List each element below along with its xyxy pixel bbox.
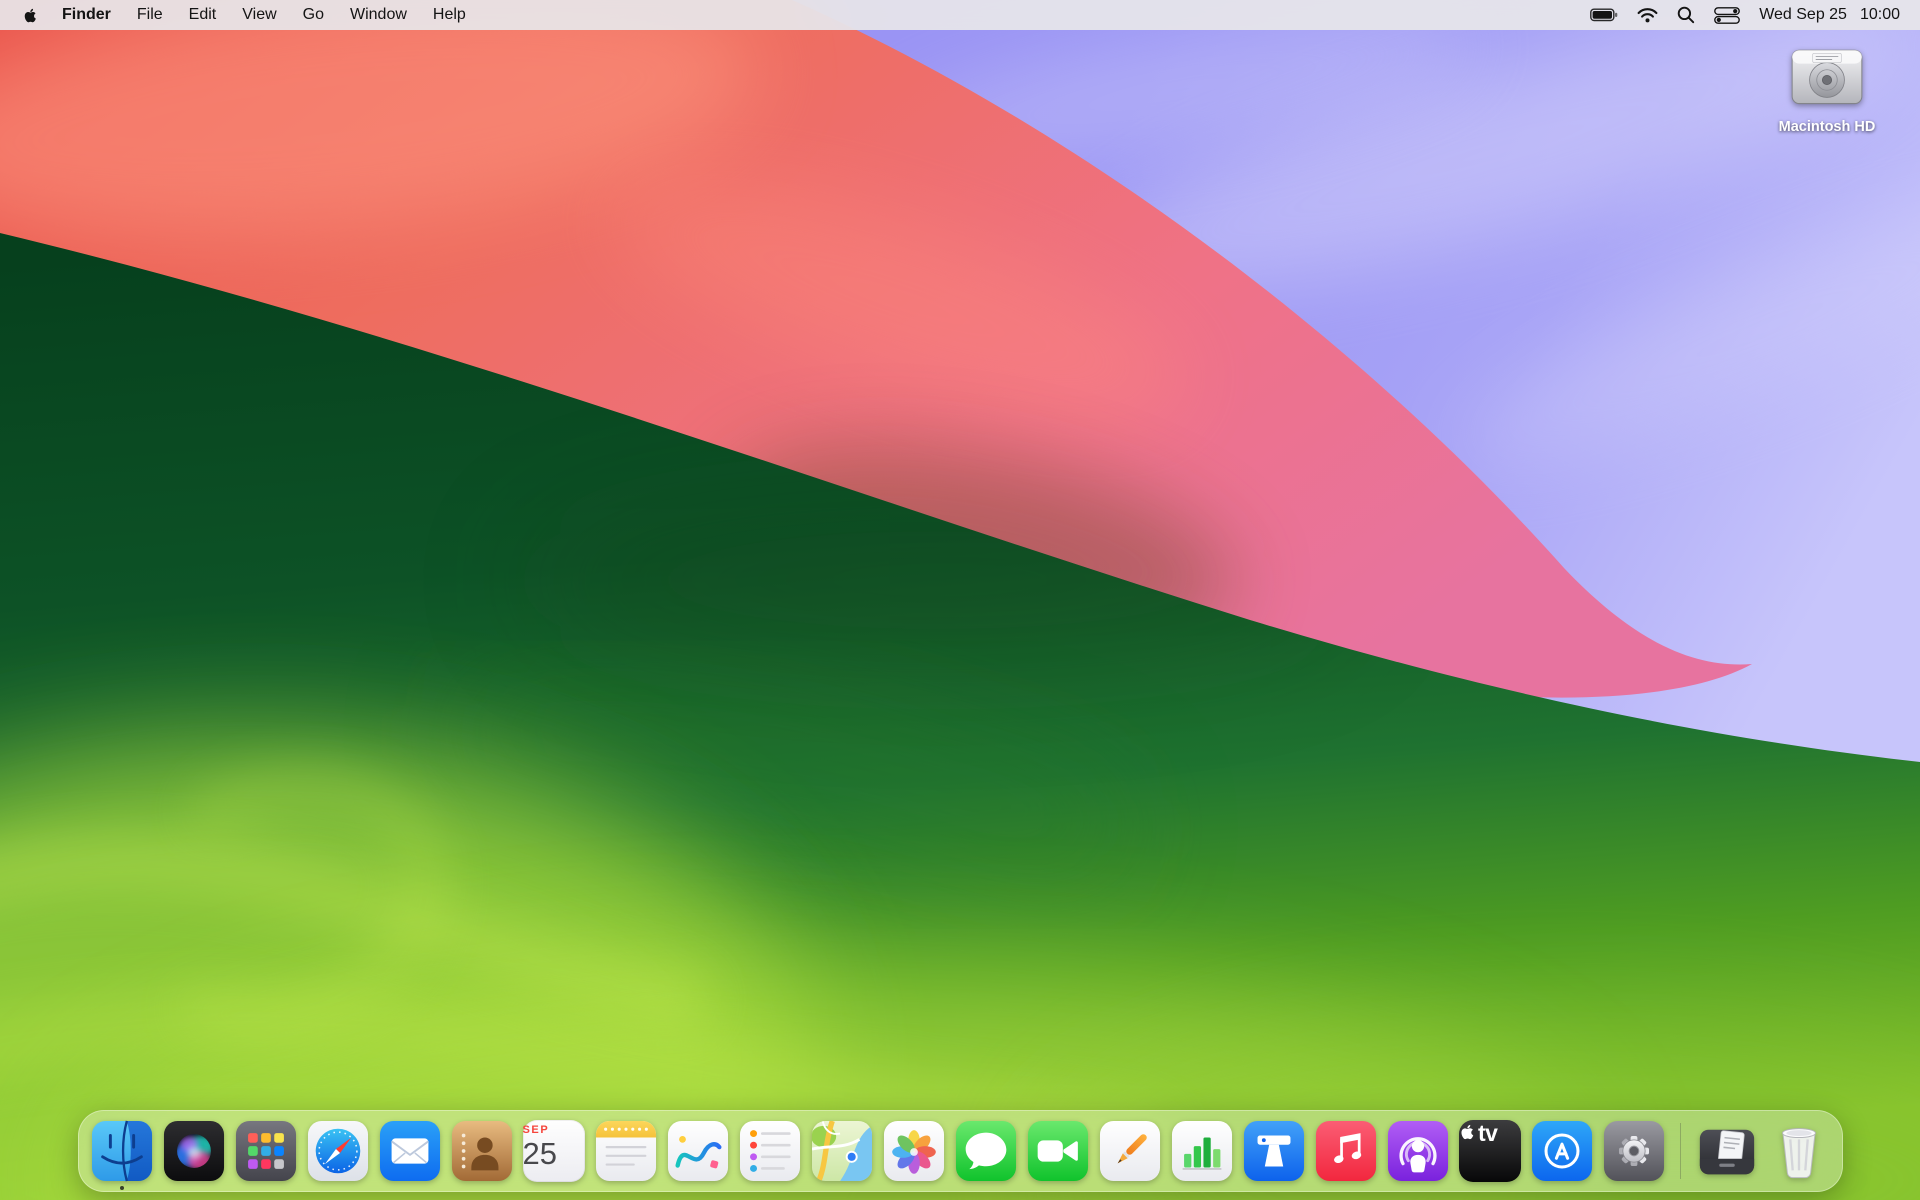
menu-item-window[interactable]: Window: [337, 6, 420, 24]
running-indicator: [120, 1186, 124, 1190]
desktop: Finder File Edit View Go Window Help: [0, 0, 1920, 1200]
reminders-icon: [739, 1120, 801, 1182]
apple-logo-icon: [22, 7, 37, 24]
dock-item-contacts[interactable]: [451, 1120, 513, 1182]
messages-icon: [955, 1120, 1017, 1182]
app-store-icon: [1531, 1120, 1593, 1182]
dock-item-tv[interactable]: tv: [1459, 1120, 1521, 1182]
notes-icon: [595, 1120, 657, 1182]
dock-item-system-settings[interactable]: [1603, 1120, 1665, 1182]
podcasts-icon: [1387, 1120, 1449, 1182]
menu-bar-status: Wed Sep 25 10:00: [1590, 6, 1900, 24]
dock-item-photos[interactable]: [883, 1120, 945, 1182]
menu-item-finder[interactable]: Finder: [49, 6, 124, 24]
dock-item-pages[interactable]: [1099, 1120, 1161, 1182]
dock-item-app-store[interactable]: [1531, 1120, 1593, 1182]
dock-item-reminders[interactable]: [739, 1120, 801, 1182]
volume-label: Macintosh HD: [1779, 119, 1876, 135]
dock-item-music[interactable]: [1315, 1120, 1377, 1182]
clock-date: Wed Sep 25: [1759, 6, 1847, 24]
dock-item-numbers[interactable]: [1171, 1120, 1233, 1182]
tv-icon: tv: [1459, 1120, 1521, 1182]
contacts-icon: [451, 1120, 513, 1182]
dock-item-launchpad[interactable]: [235, 1120, 297, 1182]
maps-icon: [811, 1120, 873, 1182]
clock-time: 10:00: [1860, 6, 1900, 24]
safari-icon: [307, 1120, 369, 1182]
dock-item-downloads[interactable]: [1696, 1120, 1758, 1182]
dock-item-messages[interactable]: [955, 1120, 1017, 1182]
desktop-icon-macintosh-hd[interactable]: Macintosh HD: [1764, 46, 1890, 135]
menu-item-go[interactable]: Go: [290, 6, 337, 24]
menu-bar-left: Finder File Edit View Go Window Help: [22, 6, 479, 24]
dock-item-safari[interactable]: [307, 1120, 369, 1182]
control-center-icon[interactable]: [1714, 7, 1740, 24]
dock-item-podcasts[interactable]: [1387, 1120, 1449, 1182]
menu-bar-clock[interactable]: Wed Sep 25 10:00: [1759, 6, 1900, 24]
numbers-icon: [1171, 1120, 1233, 1182]
dock-item-siri[interactable]: [163, 1120, 225, 1182]
calendar-day: 25: [523, 1136, 557, 1171]
dock-item-keynote[interactable]: [1243, 1120, 1305, 1182]
system-settings-icon: [1603, 1120, 1665, 1182]
downloads-stack-icon: [1696, 1120, 1758, 1182]
finder-icon: [91, 1120, 153, 1182]
menu-item-file[interactable]: File: [124, 6, 176, 24]
calendar-month: SEP: [523, 1124, 550, 1136]
dock-item-calendar[interactable]: SEP 25: [523, 1120, 585, 1182]
dock: SEP 25: [78, 1110, 1843, 1192]
music-icon: [1315, 1120, 1377, 1182]
dock-item-facetime[interactable]: [1027, 1120, 1089, 1182]
spotlight-search-icon[interactable]: [1677, 6, 1695, 24]
menu-item-help[interactable]: Help: [420, 6, 479, 24]
keynote-icon: [1243, 1120, 1305, 1182]
apple-menu[interactable]: [22, 7, 49, 24]
menu-item-view[interactable]: View: [229, 6, 289, 24]
mail-icon: [379, 1120, 441, 1182]
pages-icon: [1099, 1120, 1161, 1182]
photos-icon: [883, 1120, 945, 1182]
siri-icon: [163, 1120, 225, 1182]
freeform-icon: [667, 1120, 729, 1182]
battery-icon[interactable]: [1590, 8, 1618, 22]
dock-item-mail[interactable]: [379, 1120, 441, 1182]
dock-item-trash[interactable]: [1768, 1120, 1830, 1182]
launchpad-icon: [235, 1120, 297, 1182]
dock-item-freeform[interactable]: [667, 1120, 729, 1182]
tv-label: tv: [1478, 1120, 1497, 1146]
menu-bar: Finder File Edit View Go Window Help: [0, 0, 1920, 30]
hard-drive-icon: [1786, 46, 1868, 114]
dock-item-finder[interactable]: [91, 1120, 153, 1182]
dock-area: SEP 25: [0, 1110, 1920, 1192]
dock-item-notes[interactable]: [595, 1120, 657, 1182]
dock-divider: [1680, 1123, 1681, 1179]
apple-logo-icon: [1459, 1123, 1474, 1141]
facetime-icon: [1027, 1120, 1089, 1182]
dock-item-maps[interactable]: [811, 1120, 873, 1182]
menu-item-edit[interactable]: Edit: [176, 6, 230, 24]
wifi-icon[interactable]: [1637, 7, 1658, 23]
calendar-icon: SEP 25: [523, 1120, 585, 1182]
trash-icon: [1768, 1120, 1830, 1182]
desktop-wallpaper: [0, 0, 1920, 1200]
